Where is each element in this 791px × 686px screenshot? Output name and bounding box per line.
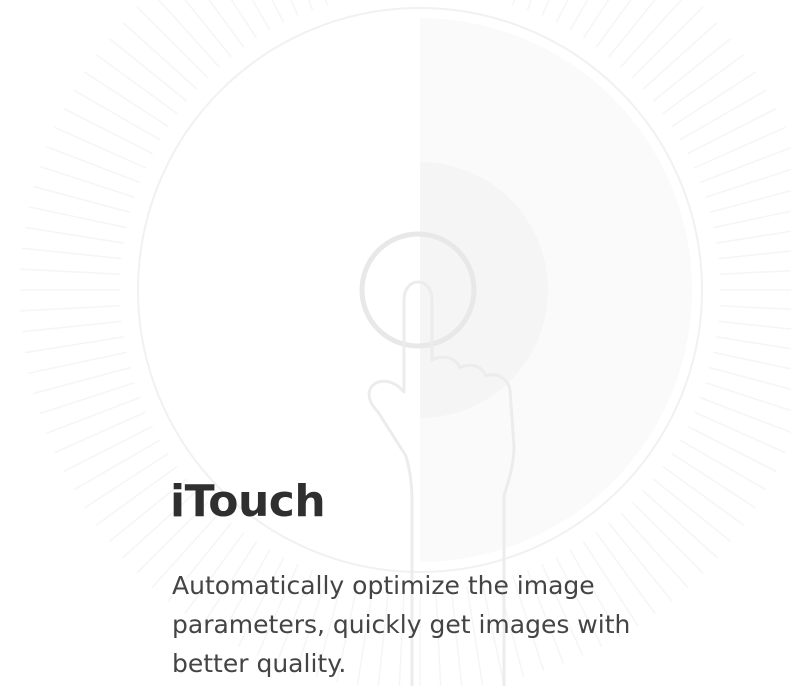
ray-line	[271, 0, 285, 24]
ray-line	[705, 381, 791, 412]
ray-line	[555, 0, 569, 24]
ray-line	[679, 89, 767, 141]
ray-line	[20, 268, 121, 276]
ray-line	[671, 71, 756, 128]
ray-line	[28, 206, 127, 229]
ray-line	[73, 439, 161, 491]
ray-line	[22, 320, 122, 333]
ray-line	[230, 0, 258, 39]
ray-line	[709, 366, 791, 391]
ray-line	[719, 304, 791, 311]
ray-line	[582, 0, 610, 39]
ray-line	[718, 250, 791, 260]
ray-line	[84, 452, 169, 509]
ray-line	[686, 425, 777, 473]
ray-line	[24, 336, 124, 354]
ray-line	[716, 230, 791, 244]
ray-line	[28, 351, 127, 374]
ray-line	[699, 146, 791, 184]
ray-line	[719, 269, 791, 276]
ray-line	[73, 89, 161, 141]
ray-line	[84, 71, 169, 128]
ray-line	[718, 320, 791, 330]
ray-line	[699, 396, 791, 434]
ray-line	[541, 0, 550, 17]
ray-line	[63, 425, 154, 473]
ray-line	[705, 168, 791, 199]
feature-description: Automatically optimize the image paramet…	[172, 571, 631, 678]
ray-line	[54, 126, 147, 169]
ray-line	[686, 107, 777, 155]
ray-line	[716, 336, 791, 350]
ray-line	[595, 0, 632, 48]
ray-line	[46, 145, 141, 184]
ray-line	[22, 247, 122, 260]
ray-line	[208, 0, 245, 48]
ray-line	[290, 0, 299, 17]
ray-line	[24, 226, 124, 244]
ray-line	[46, 396, 141, 435]
ray-line	[713, 351, 791, 370]
ray-line	[709, 189, 791, 214]
ray-line	[511, 0, 516, 5]
ray-line	[54, 411, 147, 454]
ray-line	[713, 210, 791, 229]
ray-line	[679, 439, 767, 491]
ray-line	[693, 411, 786, 454]
ray-line	[63, 107, 154, 155]
ray-line	[20, 304, 121, 312]
ray-line	[324, 0, 329, 5]
ray-line	[693, 126, 786, 169]
feature-title: iTouch	[170, 476, 326, 527]
feature-card: iTouch Automatically optimize the image …	[0, 0, 791, 686]
ray-line	[671, 452, 756, 509]
